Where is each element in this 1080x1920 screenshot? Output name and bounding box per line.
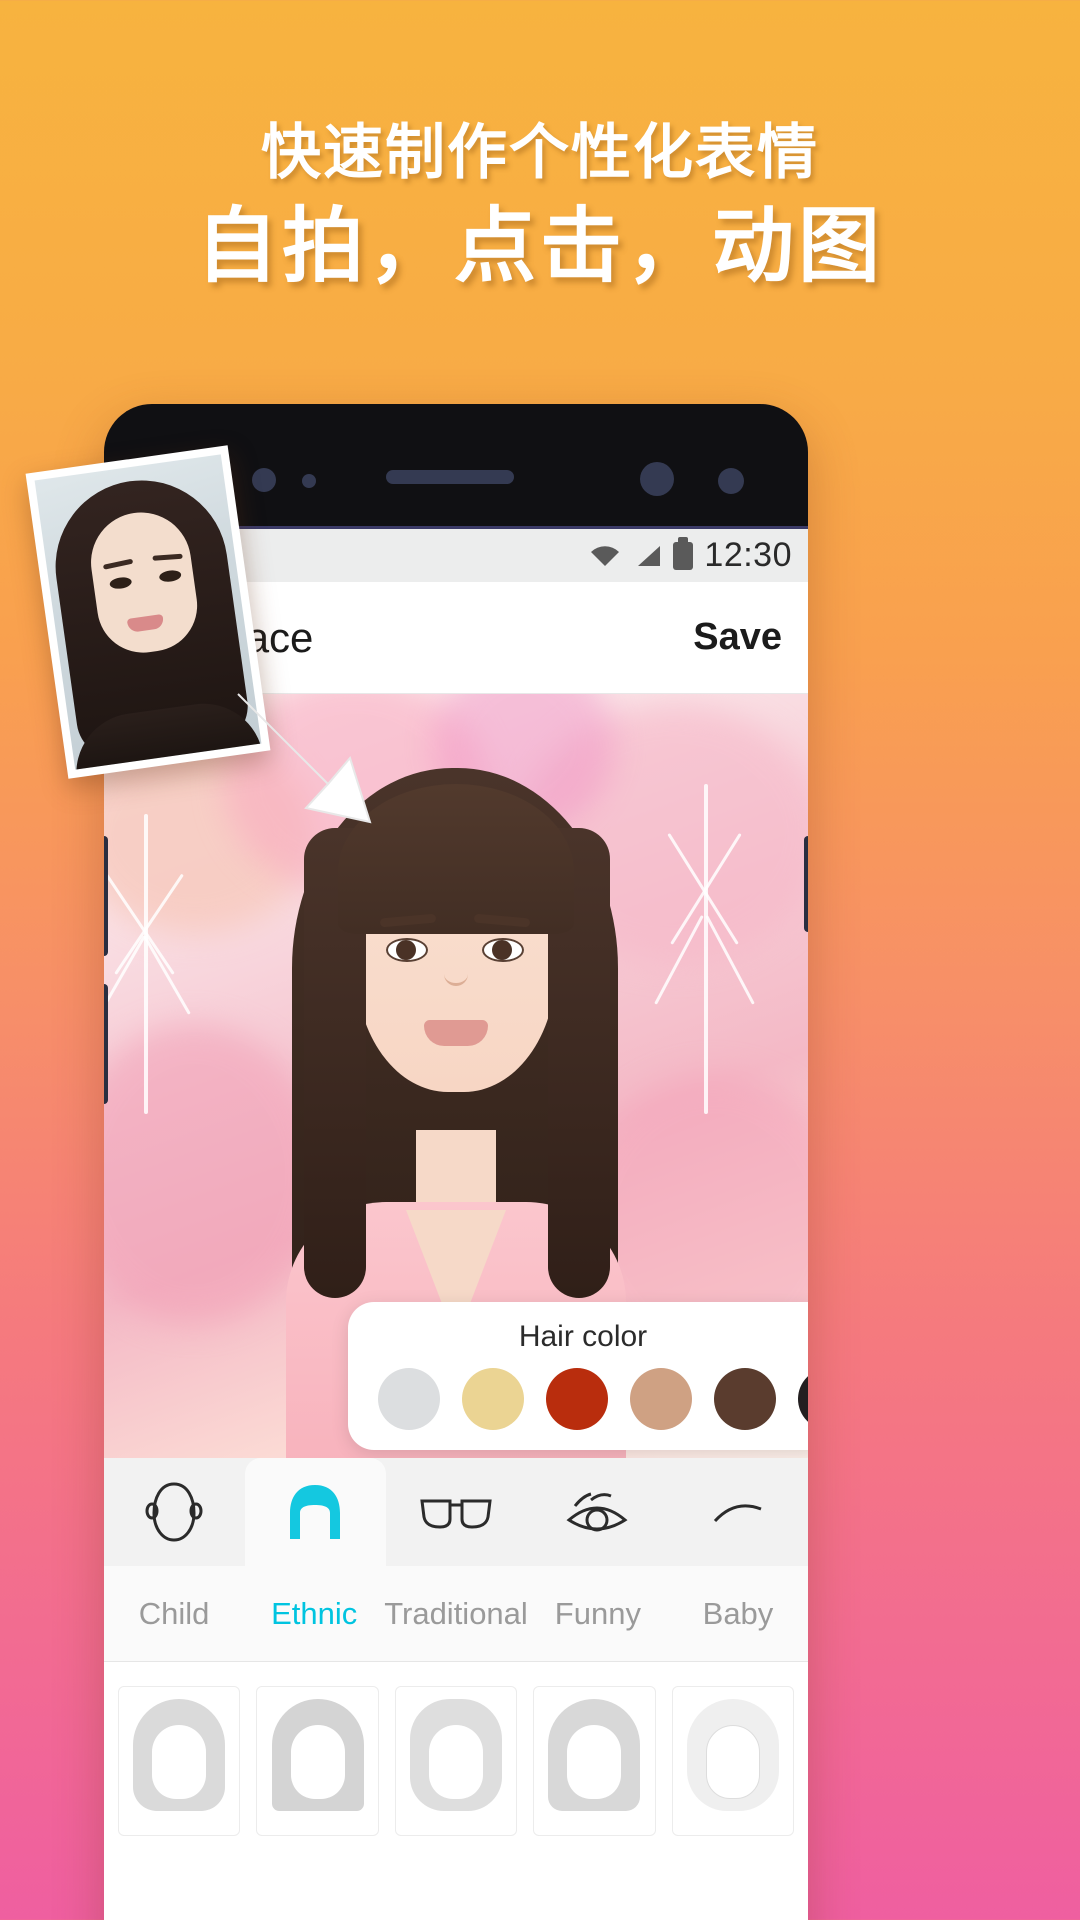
brow-icon [713,1504,762,1523]
proximity-sensor-icon [718,468,744,494]
hairstyle-thumbnail[interactable] [256,1686,379,1836]
hairstyle-thumbnail-row[interactable] [104,1662,808,1836]
status-bar-clock: 12:30 [704,536,792,574]
save-button[interactable]: Save [693,616,782,659]
pointer-arrow-icon [237,693,372,824]
hairstyle-thumbnail[interactable] [533,1686,656,1836]
category-baby[interactable]: Baby [668,1596,808,1632]
hair-color-swatch-red[interactable] [546,1368,608,1430]
face-outline-icon [145,1482,203,1542]
earpiece-grille [386,470,514,484]
volume-button[interactable] [104,836,108,956]
category-tab-row[interactable]: Child Ethnic Traditional Funny Baby [104,1566,808,1662]
avatar-preview-canvas[interactable]: Hair color [104,694,808,1458]
hairstyle-thumbnail[interactable] [671,1686,795,1836]
hair-color-swatch-light-brown[interactable] [630,1368,692,1430]
tab-eyes[interactable] [526,1458,667,1566]
headline-primary: 快速制作个性化表情 [261,119,819,186]
headline-secondary: 自拍，点击，动图 [195,200,884,292]
volume-down-button[interactable] [104,984,108,1104]
hair-color-swatch-black[interactable] [798,1368,808,1430]
hair-color-swatch-platinum[interactable] [378,1368,440,1430]
tab-more[interactable] [667,1458,808,1566]
battery-icon [673,536,694,570]
sensor-dot-small-icon [302,474,316,488]
glasses-icon [420,1499,492,1529]
hair-color-swatch-row[interactable] [348,1368,808,1430]
hairstyle-thumbnail[interactable] [118,1686,241,1836]
hair-color-swatch-blonde[interactable] [462,1368,524,1430]
tab-face[interactable] [104,1458,245,1566]
category-ethnic[interactable]: Ethnic [244,1596,384,1632]
hair-color-swatch-dark-brown[interactable] [714,1368,776,1430]
promo-headlines: 快速制作个性化表情 自拍，点击，动图 [0,118,1080,296]
hair-color-title: Hair color [518,1320,648,1353]
signal-icon [638,545,661,566]
category-funny[interactable]: Funny [528,1596,668,1632]
category-child[interactable]: Child [104,1596,244,1632]
hair-icon [290,1485,341,1539]
hair-color-panel[interactable]: Hair color [348,1302,808,1450]
power-button[interactable] [804,836,808,932]
tab-glasses[interactable] [386,1458,527,1566]
hairstyle-thumbnail[interactable] [394,1686,518,1836]
category-traditional[interactable]: Traditional [384,1596,528,1632]
front-camera-icon [640,462,674,496]
wifi-icon [591,545,620,566]
eye-icon [566,1492,628,1532]
selfie-photo [34,454,262,770]
sensor-dot-icon [252,468,276,492]
tab-hair[interactable] [244,1458,386,1566]
feature-tab-bar[interactable] [104,1458,808,1566]
